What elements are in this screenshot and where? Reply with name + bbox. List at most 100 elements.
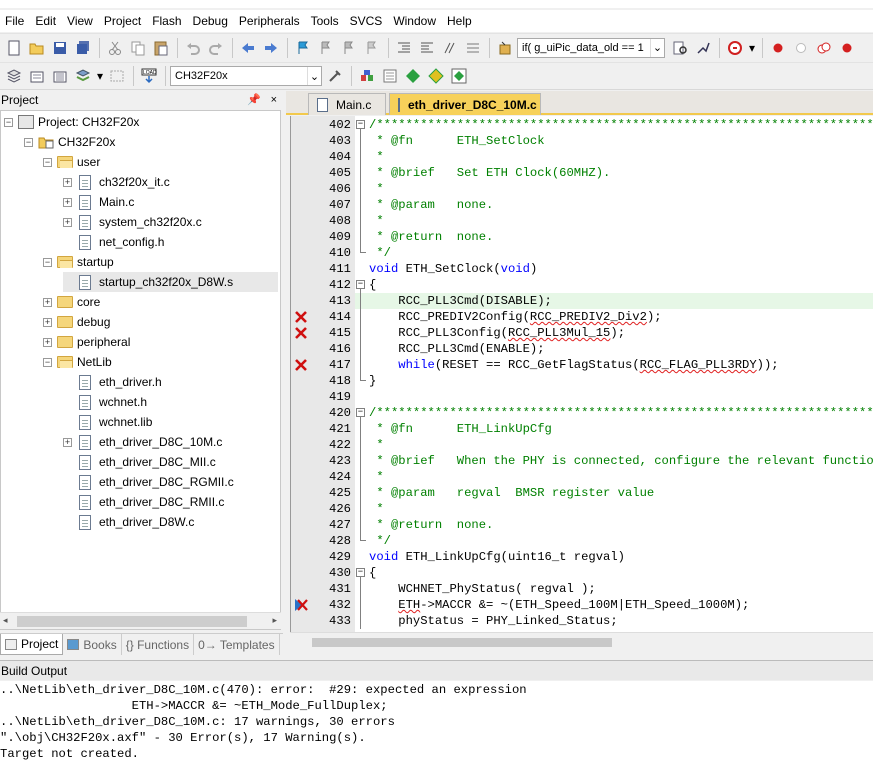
expand-icon[interactable]: + bbox=[63, 437, 72, 447]
code-line[interactable]: 423 * @brief When the PHY is connected, … bbox=[291, 453, 873, 469]
error-icon[interactable] bbox=[294, 310, 308, 324]
disable-breakpoints-icon[interactable] bbox=[813, 37, 835, 59]
code-line[interactable]: 415 RCC_PLL3Config(RCC_PLL3Mul_15); bbox=[291, 325, 873, 341]
target-select[interactable]: CH32F20x ⌄ bbox=[170, 66, 322, 86]
code-line[interactable]: 429 void ETH_LinkUpCfg(uint16_t regval) bbox=[291, 549, 873, 565]
code-line[interactable]: 425 * @param regval BMSR register value bbox=[291, 485, 873, 501]
code-line[interactable]: 432 ETH->MACCR &= ~(ETH_Speed_100M|ETH_S… bbox=[291, 597, 873, 613]
code-line[interactable]: 433 phyStatus = PHY_Linked_Status; bbox=[291, 613, 873, 629]
code-line[interactable]: 407 * @param none. bbox=[291, 197, 873, 213]
menu-debug[interactable]: Debug bbox=[188, 10, 234, 32]
redo-icon[interactable] bbox=[205, 37, 227, 59]
manage-components-icon[interactable] bbox=[448, 65, 470, 87]
file-extensions-icon[interactable] bbox=[379, 65, 401, 87]
chevron-down-icon[interactable]: ▾ bbox=[747, 37, 757, 59]
tab-main-c[interactable]: Main.c bbox=[308, 93, 386, 115]
find-combo[interactable]: if( g_uiPic_data_old == 1 ⌄ bbox=[517, 37, 665, 58]
comment-icon[interactable] bbox=[439, 37, 461, 59]
open-folder-icon[interactable] bbox=[26, 37, 48, 59]
next-bookmark-icon[interactable] bbox=[338, 37, 360, 59]
tree-item-startup[interactable]: − startup bbox=[43, 252, 114, 272]
select-packs-icon[interactable] bbox=[402, 65, 424, 87]
download-icon[interactable]: LOAD bbox=[138, 65, 160, 87]
tree-item-peripheral[interactable]: + peripheral bbox=[43, 332, 130, 352]
close-icon[interactable]: × bbox=[271, 91, 277, 109]
code-line[interactable]: 431 WCHNET_PhyStatus( regval ); bbox=[291, 581, 873, 597]
code-line[interactable]: 405 * @brief Set ETH Clock(60MHZ). bbox=[291, 165, 873, 181]
tab-templates[interactable]: 0→ Templates bbox=[194, 634, 280, 655]
expand-icon[interactable]: + bbox=[43, 297, 52, 307]
tree-item-eth-driver-d8c-mii-c[interactable]: eth_driver_D8C_MII.c bbox=[63, 452, 216, 472]
nav-forward-icon[interactable] bbox=[260, 37, 282, 59]
bookmark-icon[interactable] bbox=[292, 37, 314, 59]
target-options-icon[interactable] bbox=[324, 65, 346, 87]
code-line[interactable]: 416 RCC_PLL3Cmd(ENABLE); bbox=[291, 341, 873, 357]
project-horizontal-scrollbar[interactable]: ◂ ▸ bbox=[0, 612, 281, 629]
paste-icon[interactable] bbox=[150, 37, 172, 59]
tree-item-wchnet-h[interactable]: wchnet.h bbox=[63, 392, 147, 412]
tab-eth-driver-d8c-10m-c[interactable]: eth_driver_D8C_10M.c bbox=[389, 93, 541, 115]
expand-icon[interactable]: + bbox=[63, 197, 72, 207]
code-line[interactable]: 421 * @fn ETH_LinkUpCfg bbox=[291, 421, 873, 437]
indent-icon[interactable] bbox=[393, 37, 415, 59]
tab-functions[interactable]: {} Functions bbox=[122, 634, 195, 655]
save-icon[interactable] bbox=[49, 37, 71, 59]
code-line[interactable]: 418} bbox=[291, 373, 873, 389]
cut-icon[interactable] bbox=[104, 37, 126, 59]
uncomment-icon[interactable] bbox=[462, 37, 484, 59]
fold-toggle-icon[interactable]: − bbox=[355, 277, 367, 293]
scroll-thumb[interactable] bbox=[312, 638, 612, 647]
code-line[interactable]: 410 */ bbox=[291, 245, 873, 261]
tree-item-wchnet-lib[interactable]: wchnet.lib bbox=[63, 412, 152, 432]
tree-item-core[interactable]: + core bbox=[43, 292, 100, 312]
find-icon[interactable] bbox=[669, 37, 691, 59]
editor-horizontal-scrollbar[interactable] bbox=[290, 632, 873, 654]
scroll-thumb[interactable] bbox=[17, 616, 247, 627]
code-line[interactable]: 414 RCC_PREDIV2Config(RCC_PREDIV2_Div2); bbox=[291, 309, 873, 325]
collapse-icon[interactable]: − bbox=[43, 257, 52, 267]
translate-icon[interactable] bbox=[3, 65, 25, 87]
error-icon[interactable] bbox=[294, 326, 308, 340]
code-line[interactable]: 404 * bbox=[291, 149, 873, 165]
build-output-line[interactable]: ..\NetLib\eth_driver_D8C_10M.c: 17 warni… bbox=[0, 714, 873, 730]
tree-item-netlib[interactable]: − NetLib bbox=[43, 352, 112, 372]
build-output-line[interactable]: ".\obj\CH32F20x.axf" - 30 Error(s), 17 W… bbox=[0, 730, 873, 746]
code-line[interactable]: 408 * bbox=[291, 213, 873, 229]
tree-item-net-config-h[interactable]: net_config.h bbox=[63, 232, 164, 252]
chevron-down-icon[interactable]: ⌄ bbox=[307, 67, 321, 85]
build-output-line[interactable]: ETH->MACCR &= ~ETH_Mode_FullDuplex; bbox=[0, 698, 873, 714]
collapse-icon[interactable]: − bbox=[4, 117, 13, 127]
code-line[interactable]: 424 * bbox=[291, 469, 873, 485]
manage-project-items-icon[interactable] bbox=[356, 65, 378, 87]
expand-icon[interactable]: + bbox=[43, 337, 52, 347]
rebuild-icon[interactable] bbox=[49, 65, 71, 87]
chevron-down-icon[interactable]: ▾ bbox=[95, 65, 105, 87]
collapse-icon[interactable]: − bbox=[43, 157, 52, 167]
collapse-icon[interactable]: − bbox=[24, 137, 33, 147]
pin-icon[interactable]: 📌 bbox=[247, 91, 261, 109]
menu-edit[interactable]: Edit bbox=[30, 10, 62, 32]
tree-item-system-ch32f20x-c[interactable]: + system_ch32f20x.c bbox=[63, 212, 202, 232]
debug-session-icon[interactable] bbox=[724, 37, 746, 59]
expand-icon[interactable]: + bbox=[63, 217, 72, 227]
menu-flash[interactable]: Flash bbox=[147, 10, 187, 32]
tree-item-eth-driver-d8c-rmii-c[interactable]: eth_driver_D8C_RMII.c bbox=[63, 492, 224, 512]
tree-item-main-c[interactable]: + Main.c bbox=[63, 192, 134, 212]
clear-bookmarks-icon[interactable] bbox=[361, 37, 383, 59]
incremental-find-icon[interactable] bbox=[692, 37, 714, 59]
expand-icon[interactable]: + bbox=[63, 177, 72, 187]
menu-project[interactable]: Project bbox=[99, 10, 147, 32]
save-all-icon[interactable] bbox=[72, 37, 94, 59]
menu-file[interactable]: File bbox=[0, 10, 30, 32]
code-line[interactable]: 422 * bbox=[291, 437, 873, 453]
build-output-line[interactable]: ..\NetLib\eth_driver_D8C_10M.c(470): err… bbox=[0, 682, 873, 698]
find-in-files-icon[interactable] bbox=[494, 37, 516, 59]
insert-breakpoint-icon[interactable] bbox=[767, 37, 789, 59]
error-icon[interactable] bbox=[294, 358, 308, 372]
copy-icon[interactable] bbox=[127, 37, 149, 59]
tree-item-eth-driver-d8w-c[interactable]: eth_driver_D8W.c bbox=[63, 512, 194, 532]
build-output-line[interactable]: Target not created. bbox=[0, 746, 873, 762]
build-icon[interactable] bbox=[26, 65, 48, 87]
nav-back-icon[interactable] bbox=[237, 37, 259, 59]
fold-toggle-icon[interactable]: − bbox=[355, 565, 367, 581]
